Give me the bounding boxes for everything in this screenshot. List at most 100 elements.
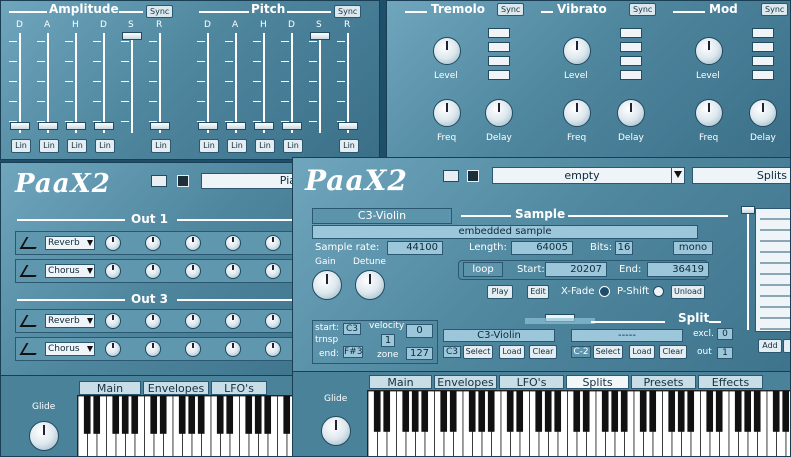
pitch-lin-button[interactable]: Lin	[339, 139, 359, 153]
effect-param-knob[interactable]	[105, 341, 121, 357]
slot2-load-button[interactable]: Load	[629, 345, 655, 359]
vibrato-delay-knob[interactable]	[617, 99, 645, 127]
back-glide-knob[interactable]	[29, 421, 59, 451]
back-preset-field[interactable]: Pia	[201, 173, 299, 189]
split-zone-strip[interactable]	[755, 208, 790, 332]
front-preset-field[interactable]: empty	[492, 167, 672, 184]
effect-param-knob[interactable]	[105, 263, 121, 279]
delete-button[interactable]	[783, 339, 790, 353]
effect-param-knob[interactable]	[265, 263, 281, 279]
back-keyboard[interactable]	[77, 395, 299, 456]
triangle-wave-icon[interactable]	[488, 42, 510, 52]
save-icon[interactable]	[177, 175, 189, 187]
add-button[interactable]: Add	[758, 339, 782, 353]
effect-param-knob[interactable]	[225, 235, 241, 251]
tab-lfos[interactable]: LFO's	[499, 375, 564, 389]
effect-select[interactable]: Chorus	[45, 342, 95, 356]
triangle-wave-icon[interactable]	[620, 42, 642, 52]
folder-open-icon[interactable]	[151, 175, 167, 187]
xfade-toggle[interactable]	[599, 286, 610, 297]
effect-param-knob[interactable]	[185, 341, 201, 357]
pitch-lin-button[interactable]: Lin	[255, 139, 275, 153]
effect-select[interactable]: Reverb	[45, 236, 95, 250]
pitch-slider-handle[interactable]	[282, 122, 302, 130]
tab-lfos[interactable]: LFO's	[211, 381, 267, 395]
vibrato-level-knob[interactable]	[563, 37, 591, 65]
gain-knob[interactable]	[312, 270, 342, 300]
save-icon[interactable]	[467, 170, 479, 182]
pitch-slider-handle[interactable]	[226, 122, 246, 130]
slot2-select-button[interactable]: Select	[593, 345, 623, 359]
tab-effects[interactable]: Effects	[698, 375, 763, 389]
folder-open-icon[interactable]	[443, 170, 459, 182]
effect-param-knob[interactable]	[265, 313, 281, 329]
slot1-load-button[interactable]: Load	[499, 345, 525, 359]
pitch-slider-handle[interactable]	[310, 32, 330, 40]
effect-param-knob[interactable]	[145, 341, 161, 357]
amplitude-slider-handle[interactable]	[150, 122, 170, 130]
saw-wave-icon[interactable]	[488, 56, 510, 66]
splits-field[interactable]: Splits	[692, 167, 790, 184]
amplitude-lin-button[interactable]: Lin	[39, 139, 59, 153]
preset-dropdown-button[interactable]	[671, 167, 685, 184]
slot2-clear-button[interactable]: Clear	[659, 345, 687, 359]
sine-wave-icon[interactable]	[488, 28, 510, 38]
effect-param-knob[interactable]	[105, 235, 121, 251]
pitch-slider-handle[interactable]	[198, 122, 218, 130]
effect-param-knob[interactable]	[225, 263, 241, 279]
detune-knob[interactable]	[355, 270, 385, 300]
amplitude-lin-button[interactable]: Lin	[95, 139, 115, 153]
effect-param-knob[interactable]	[185, 263, 201, 279]
effect-param-knob[interactable]	[185, 235, 201, 251]
tab-splits[interactable]: Splits	[566, 375, 629, 389]
effect-param-knob[interactable]	[265, 341, 281, 357]
unload-button[interactable]: Unload	[671, 285, 705, 299]
loop-button[interactable]: loop	[463, 262, 503, 277]
mod-freq-knob[interactable]	[695, 99, 723, 127]
edit-button[interactable]: Edit	[527, 285, 549, 299]
play-button[interactable]: Play	[487, 285, 513, 299]
amplitude-lin-button[interactable]: Lin	[11, 139, 31, 153]
pitch-slider-handle[interactable]	[338, 122, 358, 130]
front-keyboard[interactable]	[367, 390, 790, 456]
pshift-toggle[interactable]	[653, 286, 664, 297]
amplitude-sync-button[interactable]: Sync	[146, 5, 174, 18]
tab-main[interactable]: Main	[369, 375, 432, 389]
split-zone-slider[interactable]	[741, 206, 755, 214]
amplitude-slider-handle[interactable]	[122, 32, 142, 40]
triangle-wave-icon[interactable]	[752, 42, 774, 52]
pitch-lin-button[interactable]: Lin	[199, 139, 219, 153]
tab-envelopes[interactable]: Envelopes	[143, 381, 209, 395]
amplitude-lin-button[interactable]: Lin	[151, 139, 171, 153]
effect-param-knob[interactable]	[225, 341, 241, 357]
mod-delay-knob[interactable]	[749, 99, 777, 127]
square-wave-icon[interactable]	[488, 70, 510, 80]
slot1-clear-button[interactable]: Clear	[529, 345, 557, 359]
pitch-lin-button[interactable]: Lin	[227, 139, 247, 153]
mod-sync-button[interactable]: Sync	[761, 3, 789, 16]
tremolo-delay-knob[interactable]	[485, 99, 513, 127]
vibrato-freq-knob[interactable]	[563, 99, 591, 127]
pitch-sync-button[interactable]: Sync	[334, 5, 362, 18]
square-wave-icon[interactable]	[752, 70, 774, 80]
tab-main[interactable]: Main	[79, 381, 141, 395]
amplitude-slider-handle[interactable]	[66, 122, 86, 130]
tab-presets[interactable]: Presets	[631, 375, 696, 389]
saw-wave-icon[interactable]	[752, 56, 774, 66]
amplitude-slider-handle[interactable]	[38, 122, 58, 130]
slot1-select-button[interactable]: Select	[463, 345, 493, 359]
vibrato-sync-button[interactable]: Sync	[629, 3, 657, 16]
pitch-slider-handle[interactable]	[254, 122, 274, 130]
effect-param-knob[interactable]	[145, 313, 161, 329]
sine-wave-icon[interactable]	[620, 28, 642, 38]
pitch-lin-button[interactable]: Lin	[283, 139, 303, 153]
effect-select[interactable]: Reverb	[45, 314, 95, 328]
effect-select[interactable]: Chorus	[45, 264, 95, 278]
saw-wave-icon[interactable]	[620, 56, 642, 66]
effect-param-knob[interactable]	[145, 263, 161, 279]
tremolo-level-knob[interactable]	[433, 37, 461, 65]
effect-param-knob[interactable]	[225, 313, 241, 329]
effect-param-knob[interactable]	[185, 313, 201, 329]
front-glide-knob[interactable]	[321, 416, 351, 446]
square-wave-icon[interactable]	[620, 70, 642, 80]
